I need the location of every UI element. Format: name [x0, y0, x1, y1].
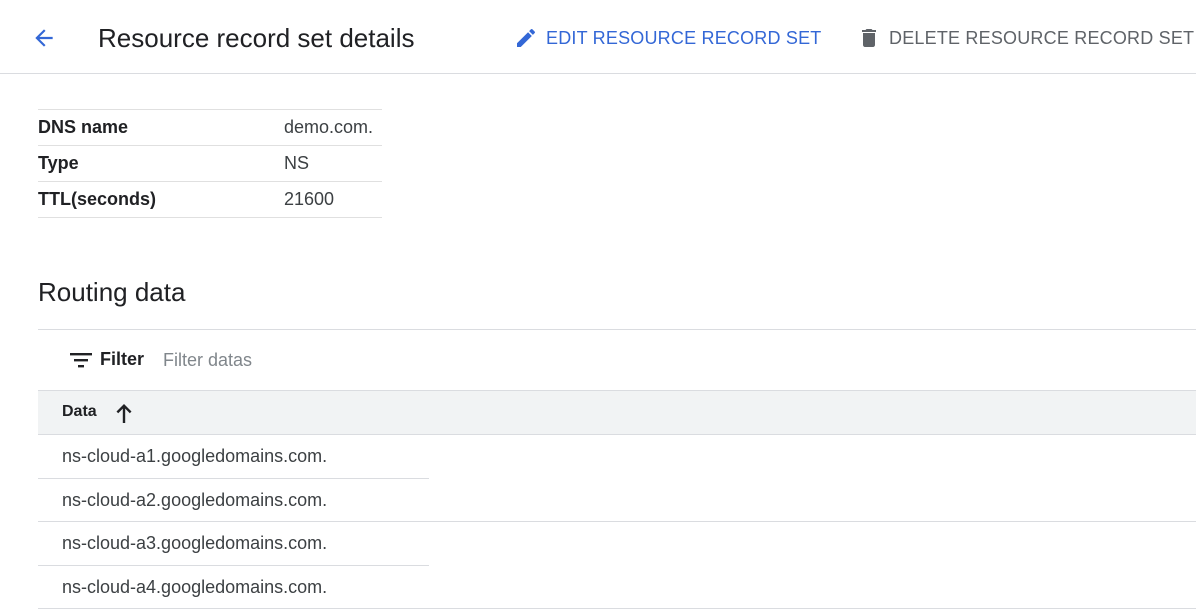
- delete-button-label: DELETE RESOURCE RECORD SET: [889, 27, 1195, 48]
- delete-resource-record-set-button[interactable]: DELETE RESOURCE RECORD SET: [857, 24, 1194, 52]
- back-button[interactable]: [26, 20, 62, 56]
- filter-bar: Filter: [38, 329, 1196, 391]
- table-row: ns-cloud-a2.googledomains.com.: [38, 479, 1196, 522]
- filter-input[interactable]: [163, 345, 663, 375]
- table-header: Data: [38, 391, 1196, 435]
- page-header: Resource record set details EDIT RESOURC…: [0, 0, 1196, 74]
- data-cell: ns-cloud-a4.googledomains.com.: [62, 576, 328, 597]
- table-row: ns-cloud-a4.googledomains.com.: [38, 566, 1196, 609]
- pencil-icon: [514, 26, 538, 50]
- details-row-ttl: TTL(seconds) 21600: [38, 182, 382, 218]
- page-title: Resource record set details: [98, 23, 415, 53]
- arrow-up-icon[interactable]: [114, 402, 134, 424]
- filter-icon[interactable]: [70, 351, 92, 369]
- data-cell: ns-cloud-a2.googledomains.com.: [62, 489, 328, 510]
- table-row: ns-cloud-a1.googledomains.com.: [38, 435, 1196, 479]
- details-value: 21600: [284, 189, 335, 209]
- details-value: NS: [284, 153, 310, 173]
- details-value: demo.com.: [284, 117, 374, 137]
- edit-button-label: EDIT RESOURCE RECORD SET: [546, 27, 822, 48]
- filter-label: Filter: [100, 349, 145, 369]
- details-key: TTL(seconds): [38, 189, 157, 209]
- details-row-type: Type NS: [38, 146, 382, 182]
- details-key: Type: [38, 153, 79, 173]
- data-cell: ns-cloud-a3.googledomains.com.: [62, 533, 328, 553]
- trash-icon: [857, 26, 881, 50]
- routing-data-rows: ns-cloud-a1.googledomains.com. ns-cloud-…: [38, 435, 1196, 609]
- arrow-back-icon: [35, 29, 53, 47]
- data-cell: ns-cloud-a1.googledomains.com.: [62, 446, 328, 466]
- table-row: ns-cloud-a3.googledomains.com.: [38, 522, 1196, 566]
- column-header-data[interactable]: Data: [62, 403, 97, 421]
- record-details-table: DNS name demo.com. Type NS TTL(seconds) …: [38, 109, 382, 218]
- details-row-dns-name: DNS name demo.com.: [38, 110, 382, 146]
- edit-resource-record-set-button[interactable]: EDIT RESOURCE RECORD SET: [514, 24, 822, 52]
- row-divider: [38, 608, 1196, 609]
- details-key: DNS name: [38, 117, 129, 137]
- routing-data-heading: Routing data: [38, 277, 186, 307]
